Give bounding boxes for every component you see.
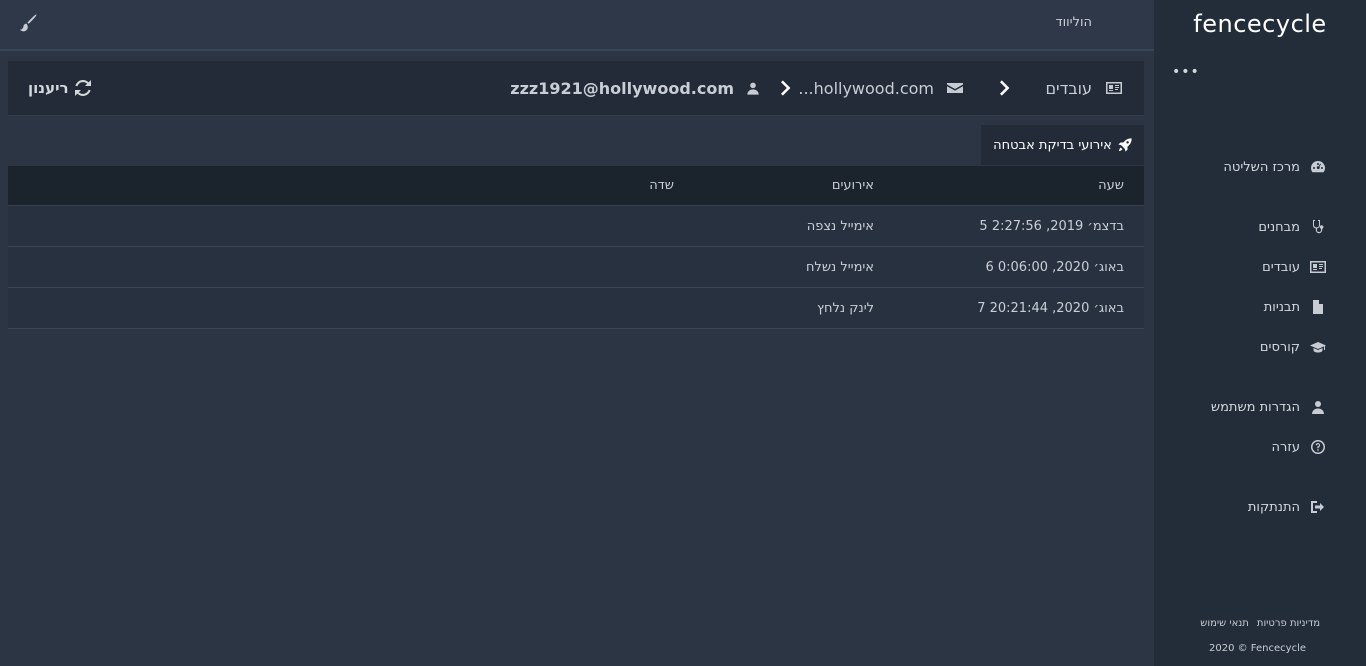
copyright: 2020 © Fencecycle <box>1209 643 1306 654</box>
sidebar-item-label: מרכז השליטה <box>1223 159 1300 175</box>
privacy-link[interactable]: מדיניות פרטיות <box>1257 618 1320 629</box>
chevron-right-icon <box>781 80 791 96</box>
sidebar-item-label: התנתקות <box>1247 499 1300 515</box>
user-icon <box>1312 401 1324 414</box>
sidebar-item-label: עזרה <box>1271 439 1300 455</box>
footer-links: מדיניות פרטיות תנאי שימוש <box>1200 618 1320 629</box>
header-time[interactable]: שעה <box>1098 166 1124 205</box>
menu-dots-icon[interactable]: ••• <box>1172 64 1200 80</box>
rocket-icon <box>1118 138 1132 152</box>
sidebar-item-label: הגדרות משתמש <box>1210 399 1300 415</box>
sidebar-item-logout[interactable]: התנתקות <box>1248 496 1326 518</box>
stethoscope-icon <box>1312 220 1324 234</box>
cell-event: אימייל נצפה <box>806 218 874 234</box>
sidebar-item-dashboard[interactable]: מרכז השליטה <box>1223 156 1326 178</box>
topbar: הוליווד <box>0 0 1154 51</box>
table-header: שעה אירועים שדה <box>8 166 1144 206</box>
file-icon <box>1313 300 1323 314</box>
sidebar-item-tests[interactable]: מבחנים <box>1258 216 1326 238</box>
sidebar-item-employees[interactable]: עובדים <box>1262 256 1326 278</box>
id-card-icon <box>1106 82 1122 94</box>
chevron-right-icon <box>1000 80 1010 96</box>
dashboard-icon <box>1311 161 1325 173</box>
question-circle-icon <box>1311 440 1325 454</box>
user-icon <box>747 82 759 95</box>
sidebar-item-help[interactable]: עזרה <box>1272 436 1326 458</box>
id-card-icon <box>1310 261 1326 273</box>
breadcrumb-email-label: zzz1921@hollywood.com <box>510 78 734 98</box>
table-row: 7 באוג׳ 2020, 20:21:44 לינק נלחץ <box>8 288 1144 329</box>
tab-label: אירועי בדיקת אבטחה <box>993 137 1112 153</box>
tab-security-events[interactable]: אירועי בדיקת אבטחה <box>981 125 1144 165</box>
cell-time: 7 באוג׳ 2020, 20:21:44 <box>977 300 1124 316</box>
breadcrumb-email: zzz1921@hollywood.com <box>510 61 760 115</box>
envelope-icon <box>947 83 963 93</box>
cell-time: 5 בדצמ׳ 2019, 2:27:56 <box>979 218 1124 234</box>
breadcrumb-employees[interactable]: עובדים <box>1045 61 1124 115</box>
refresh-icon <box>74 80 91 96</box>
cell-time: 6 באוג׳ 2020, 0:06:00 <box>985 259 1124 275</box>
breadcrumb-domain-label: ...hollywood.com <box>798 78 934 98</box>
refresh-button[interactable]: ריענון <box>28 61 91 115</box>
sidebar-item-courses[interactable]: קורסים <box>1260 336 1326 358</box>
sidebar-item-label: מבחנים <box>1258 219 1300 235</box>
cell-event: אימייל נשלח <box>805 259 874 275</box>
table-row: 6 באוג׳ 2020, 0:06:00 אימייל נשלח <box>8 247 1144 288</box>
breadcrumb-employees-label: עובדים <box>1045 78 1092 98</box>
sign-out-icon <box>1311 501 1324 513</box>
org-name[interactable]: הוליווד <box>1055 15 1092 30</box>
breadcrumb-domain[interactable]: ...hollywood.com <box>798 61 964 115</box>
sidebar-item-user-settings[interactable]: הגדרות משתמש <box>1211 396 1326 418</box>
sidebar: fencecycle ••• מרכז השליטה מבחנים עובדים… <box>1154 0 1366 666</box>
events-table: שעה אירועים שדה 5 בדצמ׳ 2019, 2:27:56 אי… <box>8 166 1144 329</box>
header-field[interactable]: שדה <box>649 166 674 205</box>
logo[interactable]: fencecycle <box>1154 10 1366 38</box>
breadcrumb: עובדים ...hollywood.com zzz1921@hollywoo… <box>8 61 1144 116</box>
header-events[interactable]: אירועים <box>832 166 874 205</box>
sidebar-item-label: עובדים <box>1262 259 1300 275</box>
sidebar-item-templates[interactable]: תבניות <box>1264 296 1326 318</box>
sidebar-item-label: תבניות <box>1263 299 1300 315</box>
table-row: 5 בדצמ׳ 2019, 2:27:56 אימייל נצפה <box>8 206 1144 247</box>
refresh-label: ריענון <box>28 79 69 97</box>
sidebar-item-label: קורסים <box>1259 339 1300 355</box>
paint-brush-icon[interactable] <box>19 14 37 32</box>
graduation-cap-icon <box>1310 342 1326 353</box>
terms-link[interactable]: תנאי שימוש <box>1200 618 1249 629</box>
cell-event: לינק נלחץ <box>817 300 874 316</box>
